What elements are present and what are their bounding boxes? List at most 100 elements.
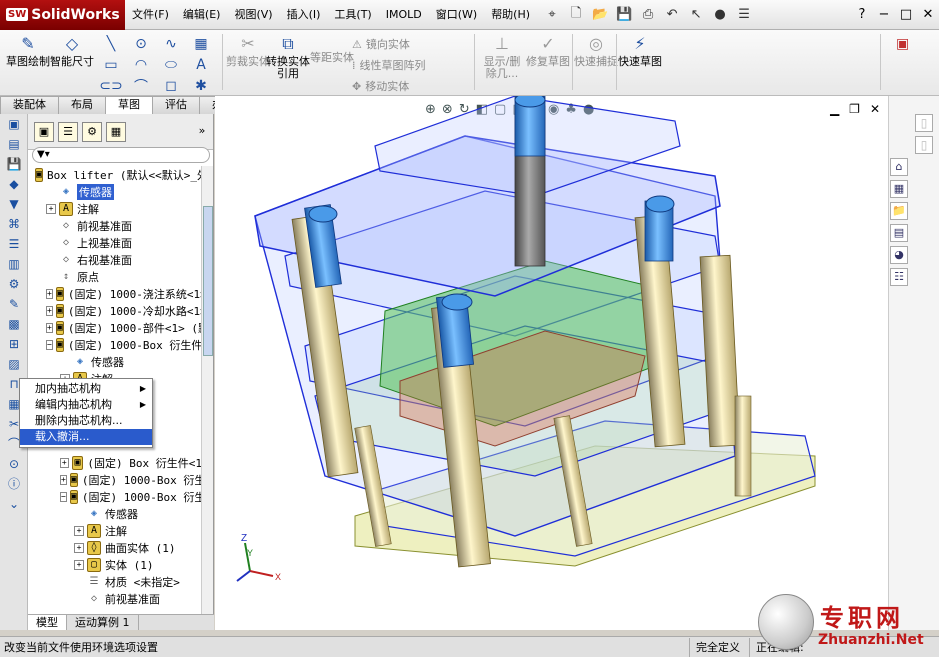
tab-assembly[interactable]: 装配体: [0, 96, 59, 114]
text-icon[interactable]: A: [186, 54, 216, 75]
show-hide-relations-button[interactable]: ⊥ 显示/删除几...: [480, 34, 524, 80]
save-icon[interactable]: 💾: [613, 5, 635, 25]
tool-icon[interactable]: ⌄: [0, 494, 28, 514]
expand-icon[interactable]: +: [60, 457, 69, 468]
tab-sketch[interactable]: 草图: [105, 96, 153, 114]
tab-evaluate[interactable]: 评估: [152, 96, 200, 114]
tree-item[interactable]: ↕ 原点: [28, 268, 202, 285]
tree-item[interactable]: + ▣ (固定) Box 衍生件<1: [28, 454, 202, 471]
point-icon[interactable]: ✱: [186, 75, 216, 96]
expand-icon[interactable]: +: [74, 542, 84, 553]
tree-item[interactable]: ◈ 传感器: [28, 183, 202, 200]
move-button[interactable]: ✥ 移动实体: [352, 76, 426, 97]
tool-icon[interactable]: 💾: [0, 154, 28, 174]
tool-icon[interactable]: ▩: [0, 314, 28, 334]
circle-icon[interactable]: ⊙: [126, 33, 156, 54]
line-icon[interactable]: ╲: [96, 33, 126, 54]
menu-view[interactable]: 视图(V): [227, 0, 279, 30]
tool-icon[interactable]: ▥: [0, 254, 28, 274]
tool-icon[interactable]: ⌘: [0, 214, 28, 234]
mold-assembly-model[interactable]: Z Y X: [215, 96, 888, 630]
rebuild-icon[interactable]: ●: [709, 5, 731, 25]
taskpane-icon[interactable]: ▣: [896, 36, 909, 52]
plane-icon[interactable]: ◻: [156, 75, 186, 96]
expand-icon[interactable]: +: [74, 525, 84, 536]
expand-icon[interactable]: +: [46, 322, 53, 333]
minimize-button[interactable]: −: [873, 7, 895, 22]
view-palette-icon[interactable]: ▤: [890, 224, 908, 242]
tree-item[interactable]: +A 注解: [28, 200, 202, 217]
quick-snaps-button[interactable]: ◎ 快速捕捉: [574, 34, 618, 68]
menu-item-edit-lifter[interactable]: 编辑内抽芯机构 ▶: [20, 397, 152, 413]
collapse-icon[interactable]: −: [46, 339, 53, 350]
expand-icon[interactable]: +: [74, 559, 84, 570]
tree-item[interactable]: ◇ 前视基准面: [28, 590, 202, 607]
menu-item-load-undo[interactable]: 载入撤消...: [20, 429, 152, 445]
menu-tools[interactable]: 工具(T): [327, 0, 378, 30]
tool-icon[interactable]: ▤: [0, 134, 28, 154]
expand-icon[interactable]: +: [46, 288, 53, 299]
tree-item[interactable]: ☰ 材质 <未指定>: [28, 573, 202, 590]
print-icon[interactable]: ⎙: [637, 5, 659, 25]
close-button[interactable]: ✕: [917, 7, 939, 22]
sketch-button[interactable]: ✎ 草图绘制: [6, 34, 50, 68]
tool-icon[interactable]: ⚙: [0, 274, 28, 294]
tree-item[interactable]: ◈ 传感器: [28, 505, 202, 522]
collapse-icon[interactable]: −: [60, 491, 67, 502]
tool-icon[interactable]: ⊙: [0, 454, 28, 474]
smart-dimension-button[interactable]: ◇ 智能尺寸: [50, 34, 94, 68]
tree-item[interactable]: ◇ 前视基准面: [28, 217, 202, 234]
new-icon[interactable]: 🗋: [565, 5, 587, 25]
custom-properties-icon[interactable]: ☷: [890, 268, 908, 286]
tree-item[interactable]: ◇ 上视基准面: [28, 234, 202, 251]
options-icon[interactable]: ☰: [733, 5, 755, 25]
tool-icon[interactable]: ▣: [0, 114, 28, 134]
tool-icon[interactable]: ✎: [0, 294, 28, 314]
tab-model[interactable]: 模型: [28, 615, 67, 630]
repair-sketch-button[interactable]: ✓ 修复草图: [526, 34, 570, 68]
menu-edit[interactable]: 编辑(E): [176, 0, 228, 30]
design-library-icon[interactable]: ▦: [890, 180, 908, 198]
tree-scrollbar[interactable]: [201, 166, 213, 614]
tool-icon[interactable]: ▼: [0, 194, 28, 214]
tool-icon[interactable]: ▨: [0, 354, 28, 374]
feature-manager-tab-icon[interactable]: ▣: [34, 122, 54, 142]
rectangle-icon[interactable]: ▭: [96, 54, 126, 75]
tab-layout[interactable]: 布局: [58, 96, 106, 114]
tool-icon[interactable]: ⓘ: [0, 474, 28, 494]
tree-item[interactable]: +A 注解: [28, 522, 202, 539]
tool-icon[interactable]: ☰: [0, 234, 28, 254]
expand-icon[interactable]: +: [46, 305, 53, 316]
linear-pattern-button[interactable]: ⁞ 线性草图阵列: [352, 55, 426, 76]
arc-icon[interactable]: ◠: [126, 54, 156, 75]
open-icon[interactable]: 📂: [589, 5, 611, 25]
tree-item[interactable]: + ◊ 曲面实体 (1): [28, 539, 202, 556]
tree-item[interactable]: + ▣ (固定) 1000-浇注系统<1>: [28, 285, 202, 302]
menu-window[interactable]: 窗口(W): [429, 0, 484, 30]
trim-button[interactable]: ✂ 剪裁实体: [226, 34, 270, 68]
grid-icon[interactable]: ▦: [186, 33, 216, 54]
restore-button[interactable]: □: [895, 7, 917, 22]
menu-item-add-lifter[interactable]: 加内抽芯机构 ▶: [20, 381, 152, 397]
tree-item[interactable]: ◇ 右视基准面: [28, 251, 202, 268]
tree-item[interactable]: + ▣ (固定) 1000-Box 衍生: [28, 471, 202, 488]
home-icon[interactable]: ⌂: [890, 158, 908, 176]
expand-icon[interactable]: +: [46, 203, 56, 214]
mirror-button[interactable]: ⚠ 镜向实体: [352, 34, 426, 55]
menu-insert[interactable]: 插入(I): [280, 0, 328, 30]
rapid-sketch-button[interactable]: ⚡ 快速草图: [618, 34, 662, 68]
appearances-icon[interactable]: ◕: [890, 246, 908, 264]
menu-file[interactable]: 文件(F): [125, 0, 176, 30]
graphics-viewport[interactable]: ⊕ ⊗ ↻ ◧ ▢ ▣ ◐ ◉ ♣ ● ▁ ❐ ✕: [215, 96, 888, 630]
convert-entities-button[interactable]: ⧉ 转换实体引用: [266, 34, 310, 80]
tool-icon[interactable]: ◆: [0, 174, 28, 194]
offset-button[interactable]: 等距实体: [310, 52, 354, 64]
file-explorer-icon[interactable]: 📁: [890, 202, 908, 220]
scroll-thumb[interactable]: [203, 206, 213, 356]
help-icon[interactable]: ?: [851, 7, 873, 22]
tree-item[interactable]: ▣ Box lifter (默认<<默认>_外: [28, 166, 202, 183]
tree-item[interactable]: + ▣ (固定) 1000-部件<1> (默: [28, 319, 202, 336]
ellipse-icon[interactable]: ⬭: [156, 54, 186, 75]
property-manager-tab-icon[interactable]: ☰: [58, 122, 78, 142]
tree-item[interactable]: + ▢ 实体 (1): [28, 556, 202, 573]
